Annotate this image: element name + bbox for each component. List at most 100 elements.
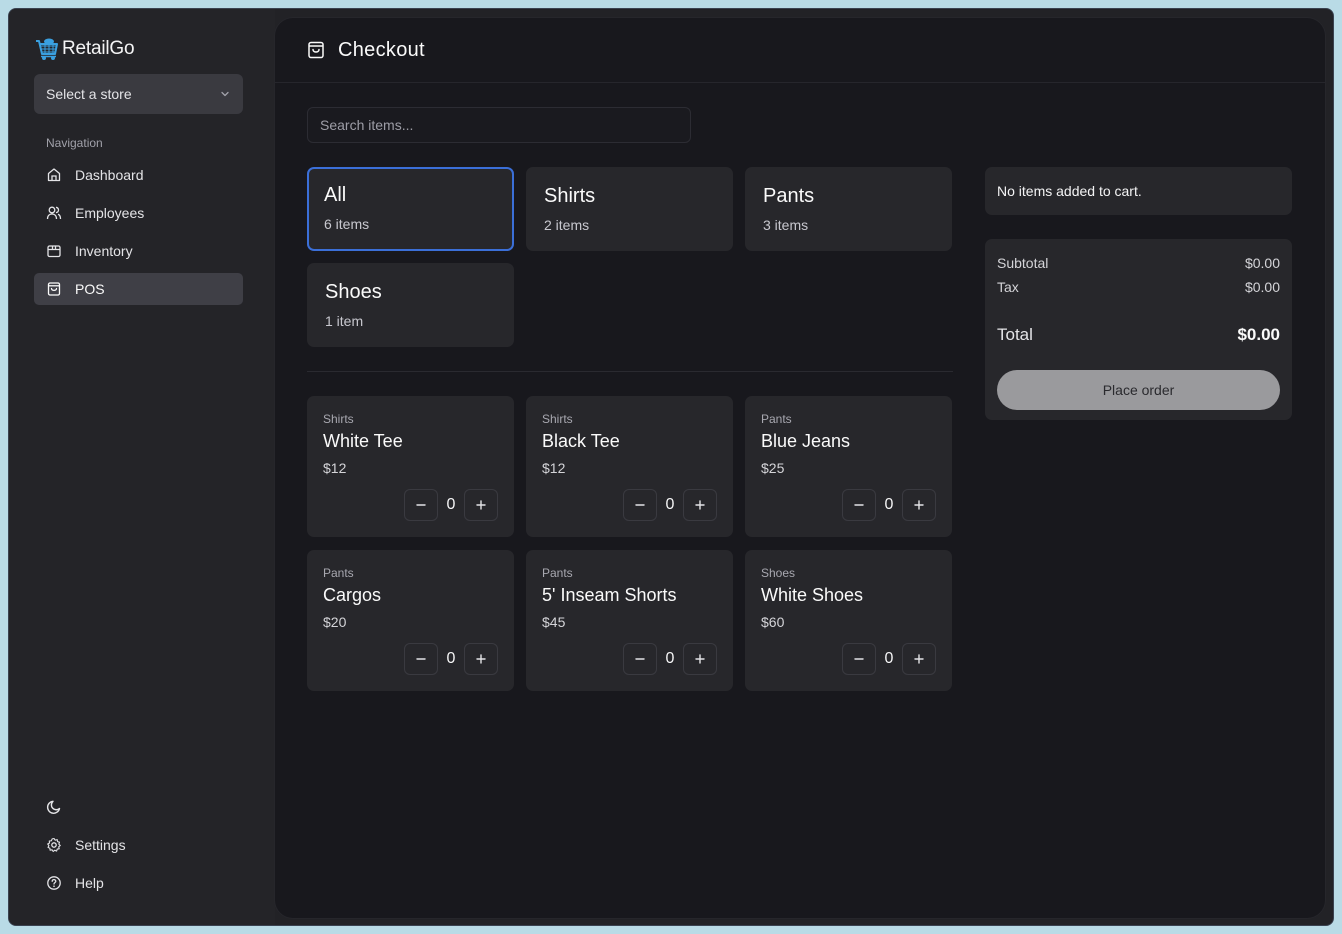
page-title: Checkout	[338, 38, 425, 61]
subtotal-row: Subtotal $0.00	[997, 251, 1280, 275]
product-price: $12	[542, 460, 566, 476]
increment-button[interactable]	[464, 643, 498, 675]
product-price: $60	[761, 614, 785, 630]
quantity-value: 0	[884, 650, 894, 667]
category-name: All	[324, 184, 347, 206]
product-price: $25	[761, 460, 785, 476]
plus-icon	[474, 498, 488, 512]
increment-button[interactable]	[464, 489, 498, 521]
store-select-value: Select a store	[46, 86, 132, 102]
subtotal-label: Subtotal	[997, 255, 1049, 271]
plus-icon	[912, 652, 926, 666]
help-label: Help	[75, 875, 104, 891]
store-select[interactable]: Select a store	[34, 74, 243, 114]
sidebar-item-employees[interactable]: Employees	[34, 197, 243, 229]
sidebar-item-inventory[interactable]: Inventory	[34, 235, 243, 267]
increment-button[interactable]	[683, 643, 717, 675]
increment-button[interactable]	[902, 643, 936, 675]
help-circle-icon	[47, 876, 61, 890]
sidebar-item-settings[interactable]: Settings	[34, 829, 243, 861]
category-grid: All 6 items Shirts 2 items Pants 3 items…	[307, 167, 953, 347]
category-count: 6 items	[324, 216, 370, 232]
decrement-button[interactable]	[842, 489, 876, 521]
decrement-button[interactable]	[404, 489, 438, 521]
minus-icon	[414, 652, 428, 666]
search-input[interactable]	[307, 107, 691, 143]
package-icon	[47, 245, 61, 258]
product-category: Shirts	[323, 412, 354, 426]
tax-value: $0.00	[1244, 279, 1280, 295]
plus-icon	[693, 498, 707, 512]
section-divider	[307, 371, 953, 372]
product-name: White Tee	[323, 431, 403, 451]
minus-icon	[633, 652, 647, 666]
tax-row: Tax $0.00	[997, 275, 1280, 299]
product-price: $20	[323, 614, 347, 630]
product-category: Pants	[542, 566, 573, 580]
category-name: Shoes	[325, 281, 382, 303]
product-card: Pants 5' Inseam Shorts $45 0	[526, 550, 733, 691]
category-card-shirts[interactable]: Shirts 2 items	[526, 167, 733, 251]
sidebar-item-label: Inventory	[75, 243, 133, 259]
sidebar-item-label: Employees	[75, 205, 145, 221]
quantity-value: 0	[665, 650, 675, 667]
main-panel: Checkout All 6 items Shirts 2 items Pant…	[275, 18, 1325, 918]
quantity-value: 0	[446, 496, 456, 513]
total-row: Total $0.00	[997, 323, 1280, 347]
category-count: 1 item	[325, 313, 364, 329]
product-grid: Shirts White Tee $12 0 Shirts Black Tee $12 0 Pa…	[307, 396, 953, 691]
product-card: Shoes White Shoes $60 0	[745, 550, 952, 691]
decrement-button[interactable]	[623, 643, 657, 675]
quantity-stepper: 0	[623, 489, 717, 521]
minus-icon	[414, 498, 428, 512]
sidebar: RetailGo Select a store Navigation Dashb…	[9, 9, 275, 925]
minus-icon	[852, 652, 866, 666]
gear-icon	[47, 837, 61, 853]
quantity-value: 0	[446, 650, 456, 667]
cart-empty-message: No items added to cart.	[985, 167, 1292, 215]
category-card-shoes[interactable]: Shoes 1 item	[307, 263, 514, 347]
product-card: Shirts White Tee $12 0	[307, 396, 514, 537]
shopping-bag-icon	[47, 282, 61, 296]
decrement-button[interactable]	[404, 643, 438, 675]
category-name: Shirts	[544, 185, 596, 207]
product-card: Pants Blue Jeans $25 0	[745, 396, 952, 537]
moon-icon	[46, 800, 61, 814]
tax-label: Tax	[997, 279, 1019, 295]
sidebar-item-pos[interactable]: POS	[34, 273, 243, 305]
sidebar-item-dashboard[interactable]: Dashboard	[34, 159, 243, 191]
minus-icon	[852, 498, 866, 512]
place-order-button[interactable]: Place order	[997, 370, 1280, 410]
decrement-button[interactable]	[842, 643, 876, 675]
plus-icon	[912, 498, 926, 512]
sidebar-item-label: POS	[75, 281, 105, 297]
product-card: Shirts Black Tee $12 0	[526, 396, 733, 537]
minus-icon	[633, 498, 647, 512]
product-name: White Shoes	[761, 585, 864, 605]
quantity-stepper: 0	[404, 643, 498, 675]
product-price: $45	[542, 614, 566, 630]
increment-button[interactable]	[902, 489, 936, 521]
sidebar-bottom: Settings Help	[34, 791, 243, 905]
users-icon	[46, 206, 62, 220]
brand[interactable]: RetailGo	[34, 36, 135, 62]
sidebar-item-help[interactable]: Help	[34, 867, 243, 899]
product-category: Pants	[323, 566, 354, 580]
quantity-value: 0	[884, 496, 894, 513]
increment-button[interactable]	[683, 489, 717, 521]
plus-icon	[693, 652, 707, 666]
brand-name: RetailGo	[62, 38, 135, 59]
theme-toggle-button[interactable]	[34, 791, 243, 823]
app-window: RetailGo Select a store Navigation Dashb…	[8, 8, 1334, 926]
decrement-button[interactable]	[623, 489, 657, 521]
product-category: Pants	[761, 412, 792, 426]
order-summary: Subtotal $0.00 Tax $0.00 Total $0.00 Pla…	[985, 239, 1292, 420]
plus-icon	[474, 652, 488, 666]
category-card-pants[interactable]: Pants 3 items	[745, 167, 952, 251]
product-name: 5' Inseam Shorts	[542, 585, 677, 605]
category-card-all[interactable]: All 6 items	[307, 167, 514, 251]
sidebar-item-label: Dashboard	[75, 167, 144, 183]
product-name: Blue Jeans	[761, 431, 851, 451]
product-price: $12	[323, 460, 347, 476]
category-name: Pants	[763, 185, 815, 207]
